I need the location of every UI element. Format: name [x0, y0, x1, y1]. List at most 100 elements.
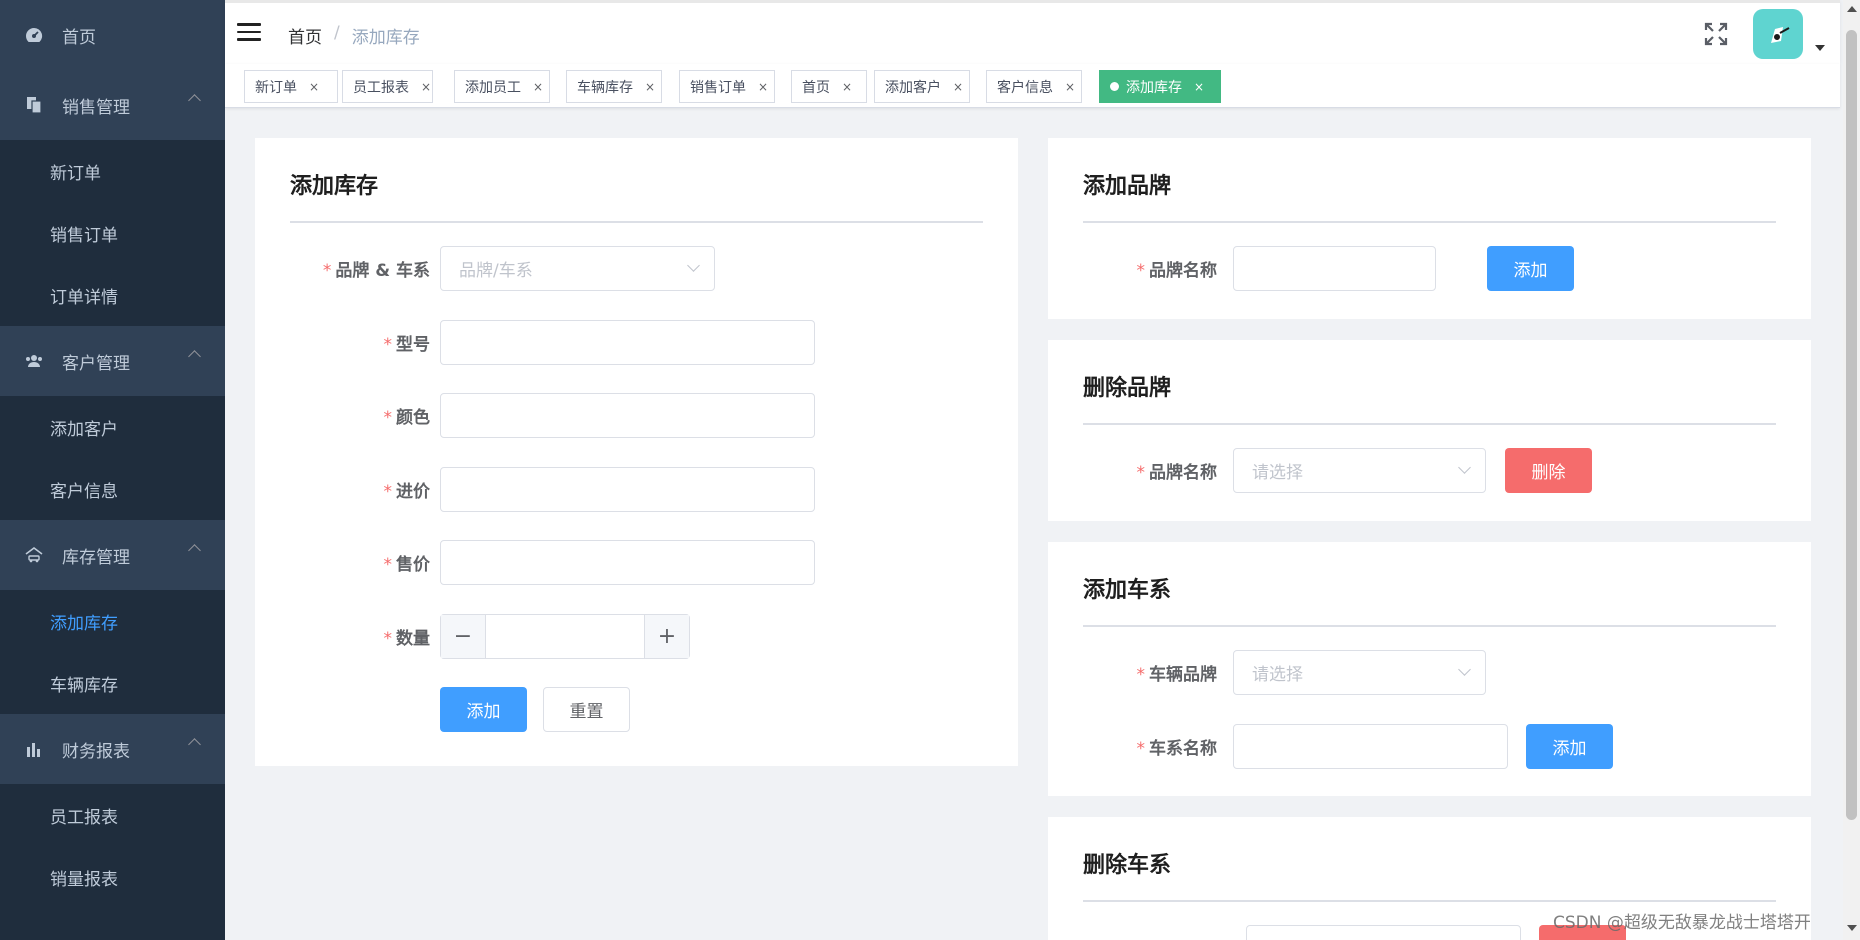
model-input[interactable]: [440, 320, 815, 365]
fullscreen-icon[interactable]: [1703, 21, 1729, 47]
close-icon[interactable]: ×: [421, 80, 431, 94]
tag-add-staff[interactable]: 添加员工 ×: [454, 70, 550, 103]
chevron-up-icon: [188, 738, 201, 751]
sidebar: 首页 销售管理 新订单 销售订单 订单详情 客户管理 添加客户 客户信息 库存管…: [0, 0, 225, 940]
users-icon: [24, 351, 44, 371]
scroll-down-icon[interactable]: [1847, 925, 1857, 931]
add-series-button[interactable]: 添加: [1526, 724, 1613, 769]
sidebar-group-sales[interactable]: 销售管理: [0, 70, 225, 140]
breadcrumb: 首页 / 添加库存: [288, 23, 420, 48]
add-stock-card: 添加库存 * 品牌 & 车系 品牌/车系 * 型号 * 颜色 * 进价 * 售价 * 数量 …: [255, 138, 1018, 766]
brand-select[interactable]: 请选择: [1233, 448, 1486, 493]
tag-customer-info[interactable]: 客户信息 ×: [986, 70, 1082, 103]
add-series-card: 添加车系 * 车辆品牌 请选择 * 车系名称 添加: [1048, 542, 1811, 796]
sidebar-item-order-detail[interactable]: 订单详情: [0, 264, 225, 326]
sidebar-group-inventory[interactable]: 库存管理: [0, 520, 225, 590]
tag-label: 新订单: [255, 79, 297, 96]
decrease-button[interactable]: −: [441, 615, 486, 658]
sidebar-item-sales-report[interactable]: 销量报表: [0, 846, 225, 908]
tag-sales-order[interactable]: 销售订单 ×: [679, 70, 775, 103]
scroll-up-icon[interactable]: [1847, 6, 1857, 12]
avatar[interactable]: [1753, 9, 1803, 59]
sidebar-item-label: 首页: [62, 27, 96, 48]
submenu-inventory: 添加库存 车辆库存: [0, 590, 225, 714]
reset-button[interactable]: 重置: [543, 687, 630, 732]
file-copy-icon: [24, 95, 44, 115]
divider: [290, 221, 983, 223]
breadcrumb-home[interactable]: 首页: [288, 23, 322, 48]
sidebar-item-staff-report[interactable]: 员工报表: [0, 784, 225, 846]
tag-add-stock[interactable]: 添加库存 ×: [1099, 70, 1221, 103]
tag-label: 客户信息: [997, 79, 1053, 96]
dashboard-icon: [24, 25, 44, 45]
card-title: 删除品牌: [1083, 376, 1172, 401]
close-icon[interactable]: ×: [953, 80, 963, 94]
tag-staff-report[interactable]: 员工报表 ×: [342, 70, 433, 103]
cost-price-input[interactable]: [440, 467, 815, 512]
color-input[interactable]: [440, 393, 815, 438]
card-title: 添加品牌: [1083, 174, 1172, 199]
brand-name-input[interactable]: [1233, 246, 1436, 291]
sidebar-item-vehicle-stock[interactable]: 车辆库存: [0, 652, 225, 714]
brand-name-label: * 品牌名称: [1136, 463, 1218, 483]
increase-button[interactable]: +: [644, 615, 689, 658]
watermark: CSDN @超级无敌暴龙战士塔塔开: [1553, 913, 1811, 933]
bar-chart-icon: [24, 739, 44, 759]
close-icon[interactable]: ×: [1194, 80, 1204, 94]
tag-label: 销售订单: [690, 79, 746, 96]
page-scrollbar[interactable]: [1843, 0, 1860, 940]
sidebar-group-label: 客户管理: [62, 353, 130, 374]
divider: [1083, 900, 1776, 902]
tag-label: 车辆库存: [577, 79, 633, 96]
sidebar-group-label: 销售管理: [62, 97, 130, 118]
add-brand-button[interactable]: 添加: [1487, 246, 1574, 291]
card-title: 添加库存: [290, 174, 379, 199]
tag-add-customer[interactable]: 添加客户 ×: [874, 70, 970, 103]
series-select[interactable]: [1246, 925, 1521, 940]
close-icon[interactable]: ×: [309, 80, 319, 94]
card-title: 添加车系: [1083, 578, 1172, 603]
sidebar-group-customers[interactable]: 客户管理: [0, 326, 225, 396]
sidebar-item-new-order[interactable]: 新订单: [0, 140, 225, 202]
sidebar-item-add-stock[interactable]: 添加库存: [0, 590, 225, 652]
car-warehouse-icon: [24, 545, 44, 565]
submenu-customers: 添加客户 客户信息: [0, 396, 225, 520]
tags-view: 新订单 × 员工报表 × 添加员工 × 车辆库存 × 销售订单 × 首页 × 添加客户 × 客…: [225, 64, 1840, 108]
add-brand-card: 添加品牌 * 品牌名称 添加: [1048, 138, 1811, 319]
sidebar-item-home[interactable]: 首页: [0, 0, 225, 70]
close-icon[interactable]: ×: [758, 80, 768, 94]
sidebar-group-label: 库存管理: [62, 547, 130, 568]
brand-series-select[interactable]: 品牌/车系: [440, 246, 715, 291]
sidebar-group-label: 财务报表: [62, 741, 130, 762]
sidebar-item-customer-info[interactable]: 客户信息: [0, 458, 225, 520]
sidebar-item-sales-order[interactable]: 销售订单: [0, 202, 225, 264]
tag-label: 首页: [802, 79, 830, 96]
quantity-stepper: − +: [440, 614, 690, 659]
caret-down-icon[interactable]: [1815, 45, 1825, 51]
scroll-thumb[interactable]: [1846, 30, 1857, 820]
divider: [1083, 221, 1776, 223]
divider: [1083, 625, 1776, 627]
sidebar-item-add-customer[interactable]: 添加客户: [0, 396, 225, 458]
sale-price-label: * 售价: [383, 555, 431, 575]
add-stock-button[interactable]: 添加: [440, 687, 527, 732]
close-icon[interactable]: ×: [842, 80, 852, 94]
tag-home[interactable]: 首页 ×: [791, 70, 867, 103]
series-name-input[interactable]: [1233, 724, 1508, 769]
sidebar-item-more[interactable]: [0, 908, 225, 940]
hamburger-menu-icon[interactable]: [237, 23, 261, 41]
brand-series-label: * 品牌 & 车系: [322, 261, 430, 281]
delete-brand-button[interactable]: 删除: [1505, 448, 1592, 493]
tag-new-order[interactable]: 新订单 ×: [244, 70, 338, 103]
tag-label: 添加员工: [465, 79, 521, 96]
vehicle-brand-select[interactable]: 请选择: [1233, 650, 1486, 695]
tag-vehicle-stock[interactable]: 车辆库存 ×: [566, 70, 662, 103]
color-label: * 颜色: [383, 408, 431, 428]
sidebar-group-finance[interactable]: 财务报表: [0, 714, 225, 784]
close-icon[interactable]: ×: [645, 80, 655, 94]
close-icon[interactable]: ×: [533, 80, 543, 94]
sale-price-input[interactable]: [440, 540, 815, 585]
quantity-input[interactable]: [486, 615, 644, 658]
close-icon[interactable]: ×: [1065, 80, 1075, 94]
vehicle-brand-label: * 车辆品牌: [1136, 665, 1218, 685]
